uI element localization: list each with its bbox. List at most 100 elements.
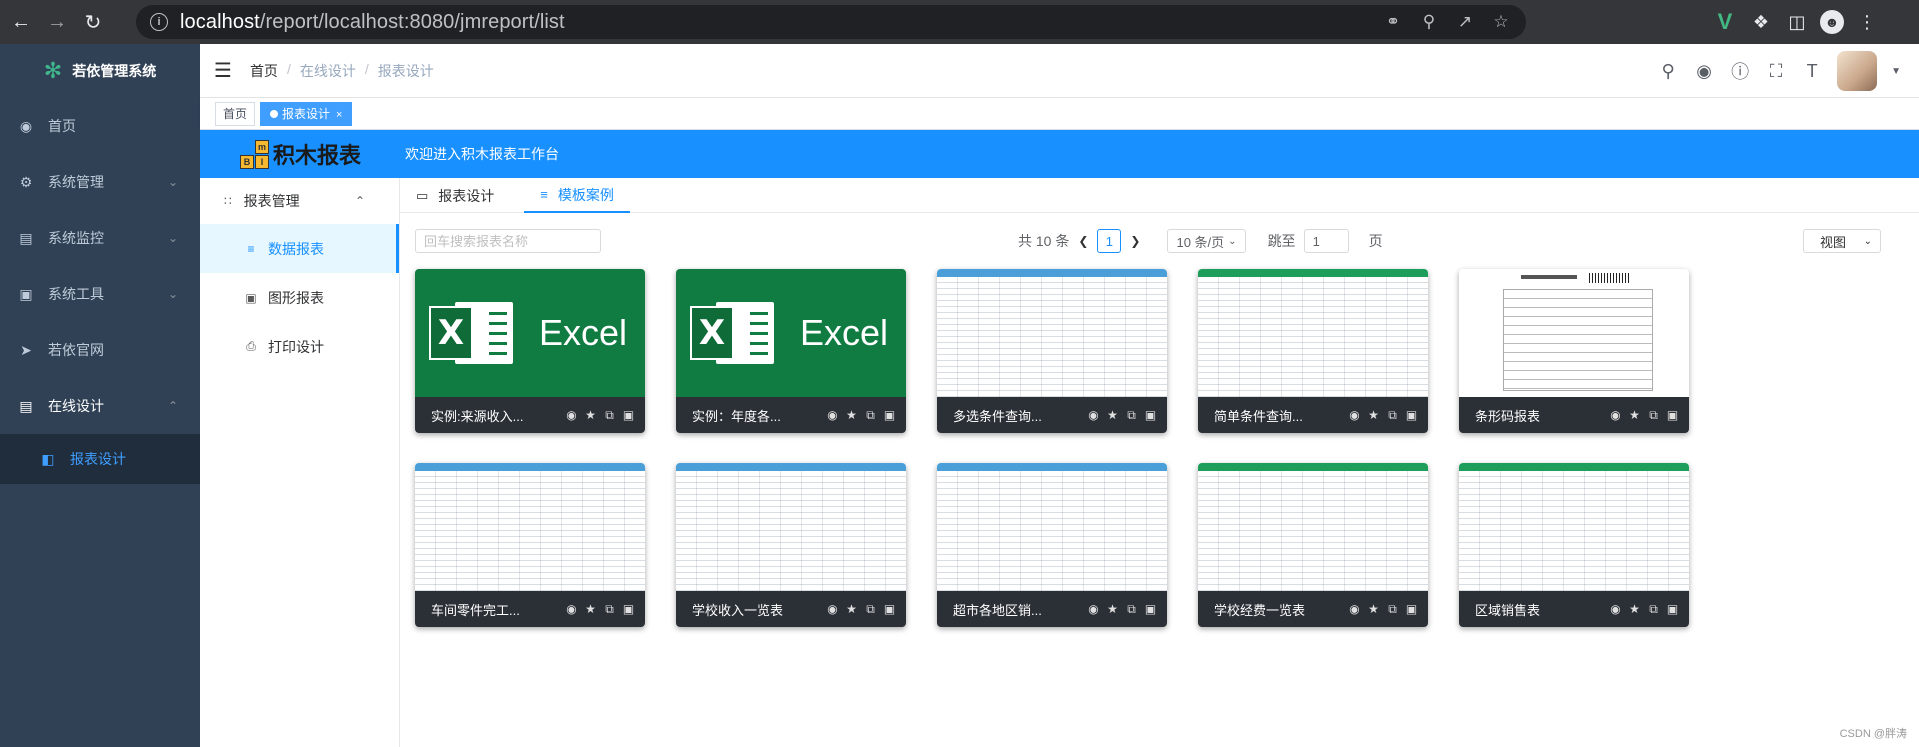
zoom-icon[interactable]: ⚲ — [1418, 12, 1440, 32]
nav-chart-report[interactable]: ▣ 图形报表 — [200, 273, 399, 322]
copy-icon[interactable]: ⧉ — [603, 602, 616, 617]
favorite-star-icon[interactable]: ★ — [584, 602, 597, 617]
view-select[interactable]: 视图 ⌄ — [1803, 229, 1881, 253]
tab-template-cases[interactable]: ≡ 模板案例 — [524, 178, 630, 213]
tab-report-design[interactable]: ▭ 报表设计 — [400, 178, 510, 213]
favorite-star-icon[interactable]: ★ — [1628, 408, 1641, 423]
sidebar-item-official-site[interactable]: ➤ 若依官网 — [0, 322, 200, 378]
preview-eye-icon[interactable]: ◉ — [565, 408, 578, 423]
help-icon[interactable]: ⓘ — [1729, 58, 1751, 84]
copy-icon[interactable]: ⧉ — [1647, 602, 1660, 617]
nav-print-design[interactable]: ⎙ 打印设计 — [200, 322, 399, 371]
vue-devtools-icon[interactable]: V — [1712, 9, 1738, 35]
profile-icon[interactable]: ☻ — [1820, 10, 1844, 34]
template-card[interactable]: X Excel 实例：年度各... ◉ ★ ⧉ ▣ — [676, 269, 906, 433]
template-card[interactable]: 区域销售表 ◉ ★ ⧉ ▣ — [1459, 463, 1689, 627]
github-icon[interactable]: ◉ — [1693, 61, 1715, 82]
card-thumbnail[interactable] — [1459, 269, 1689, 397]
template-card[interactable]: 车间零件完工... ◉ ★ ⧉ ▣ — [415, 463, 645, 627]
key-icon[interactable]: ⚭ — [1382, 12, 1404, 32]
sidebar-item-home[interactable]: ◉ 首页 — [0, 98, 200, 154]
preview-eye-icon[interactable]: ◉ — [826, 602, 839, 617]
hamburger-icon[interactable]: ☰ — [214, 58, 232, 83]
preview-eye-icon[interactable]: ◉ — [826, 408, 839, 423]
search-icon[interactable]: ⚲ — [1657, 61, 1679, 82]
image-icon[interactable]: ▣ — [622, 602, 635, 617]
prev-page-icon[interactable]: ❮ — [1078, 234, 1088, 248]
card-thumbnail[interactable] — [1198, 463, 1428, 591]
card-thumbnail[interactable] — [1459, 463, 1689, 591]
favorite-star-icon[interactable]: ★ — [845, 408, 858, 423]
favorite-star-icon[interactable]: ★ — [845, 602, 858, 617]
favorite-star-icon[interactable]: ★ — [1628, 602, 1641, 617]
next-page-icon[interactable]: ❯ — [1130, 234, 1140, 248]
extensions-puzzle-icon[interactable]: ❖ — [1748, 12, 1774, 33]
preview-eye-icon[interactable]: ◉ — [1609, 408, 1622, 423]
sidebar-subitem-report-design[interactable]: ◧ 报表设计 — [0, 434, 200, 484]
page-size-select[interactable]: 10 条/页 ⌄ — [1167, 229, 1246, 253]
back-icon[interactable]: ← — [6, 7, 36, 37]
image-icon[interactable]: ▣ — [1144, 602, 1157, 617]
breadcrumb-home[interactable]: 首页 — [250, 61, 278, 81]
template-card[interactable]: X Excel 实例:来源收入... ◉ ★ ⧉ ▣ — [415, 269, 645, 433]
app-logo[interactable]: ✻ 若依管理系统 — [0, 44, 200, 98]
reload-icon[interactable]: ↻ — [78, 7, 108, 37]
forward-icon[interactable]: → — [42, 7, 72, 37]
card-thumbnail[interactable]: X Excel — [415, 269, 645, 397]
image-icon[interactable]: ▣ — [883, 408, 896, 423]
preview-eye-icon[interactable]: ◉ — [1087, 408, 1100, 423]
sidebar-item-online-design[interactable]: ▤ 在线设计 ⌃ — [0, 378, 200, 434]
favorite-star-icon[interactable]: ★ — [584, 408, 597, 423]
image-icon[interactable]: ▣ — [622, 408, 635, 423]
favorite-star-icon[interactable]: ★ — [1106, 408, 1119, 423]
report-management-group[interactable]: ∷ 报表管理 ⌃ — [200, 178, 399, 224]
preview-eye-icon[interactable]: ◉ — [1348, 408, 1361, 423]
card-thumbnail[interactable] — [937, 269, 1167, 397]
image-icon[interactable]: ▣ — [1666, 602, 1679, 617]
image-icon[interactable]: ▣ — [1405, 602, 1418, 617]
sidebar-item-system-tools[interactable]: ▣ 系统工具 ⌄ — [0, 266, 200, 322]
url-text[interactable]: localhost/report/localhost:8080/jmreport… — [180, 11, 565, 34]
image-icon[interactable]: ▣ — [883, 602, 896, 617]
copy-icon[interactable]: ⧉ — [864, 602, 877, 617]
tag-home[interactable]: 首页 — [215, 101, 256, 126]
jump-page-input[interactable]: 1 — [1303, 229, 1349, 253]
avatar[interactable] — [1837, 51, 1878, 91]
report-search-input[interactable] — [415, 229, 601, 253]
copy-icon[interactable]: ⧉ — [864, 408, 877, 423]
preview-eye-icon[interactable]: ◉ — [1609, 602, 1622, 617]
preview-eye-icon[interactable]: ◉ — [565, 602, 578, 617]
caret-down-icon[interactable]: ▼ — [1891, 66, 1901, 77]
side-panel-icon[interactable]: ◫ — [1784, 12, 1810, 33]
copy-icon[interactable]: ⧉ — [1386, 602, 1399, 617]
sidebar-item-system-management[interactable]: ⚙ 系统管理 ⌄ — [0, 154, 200, 210]
template-card[interactable]: 学校收入一览表 ◉ ★ ⧉ ▣ — [676, 463, 906, 627]
copy-icon[interactable]: ⧉ — [603, 408, 616, 423]
template-card[interactable]: 简单条件查询... ◉ ★ ⧉ ▣ — [1198, 269, 1428, 433]
copy-icon[interactable]: ⧉ — [1647, 408, 1660, 423]
browser-menu-icon[interactable]: ⋮ — [1854, 12, 1880, 33]
image-icon[interactable]: ▣ — [1405, 408, 1418, 423]
card-thumbnail[interactable] — [415, 463, 645, 591]
preview-eye-icon[interactable]: ◉ — [1348, 602, 1361, 617]
address-bar[interactable]: i localhost/report/localhost:8080/jmrepo… — [136, 5, 1526, 39]
template-card[interactable]: 学校经费一览表 ◉ ★ ⧉ ▣ — [1198, 463, 1428, 627]
preview-eye-icon[interactable]: ◉ — [1087, 602, 1100, 617]
tag-report-design[interactable]: 报表设计 × — [260, 101, 353, 126]
nav-data-report[interactable]: ≡ 数据报表 — [200, 224, 399, 273]
card-thumbnail[interactable] — [1198, 269, 1428, 397]
template-card[interactable]: 多选条件查询... ◉ ★ ⧉ ▣ — [937, 269, 1167, 433]
star-icon[interactable]: ☆ — [1490, 12, 1512, 32]
image-icon[interactable]: ▣ — [1144, 408, 1157, 423]
fullscreen-icon[interactable]: ⛶ — [1765, 61, 1787, 82]
close-icon[interactable]: × — [336, 109, 342, 121]
copy-icon[interactable]: ⧉ — [1125, 408, 1138, 423]
card-thumbnail[interactable]: X Excel — [676, 269, 906, 397]
template-card[interactable]: 超市各地区销... ◉ ★ ⧉ ▣ — [937, 463, 1167, 627]
current-page[interactable]: 1 — [1097, 229, 1122, 253]
favorite-star-icon[interactable]: ★ — [1367, 602, 1380, 617]
info-icon[interactable]: i — [150, 13, 168, 31]
copy-icon[interactable]: ⧉ — [1386, 408, 1399, 423]
favorite-star-icon[interactable]: ★ — [1367, 408, 1380, 423]
share-icon[interactable]: ↗ — [1454, 12, 1476, 32]
